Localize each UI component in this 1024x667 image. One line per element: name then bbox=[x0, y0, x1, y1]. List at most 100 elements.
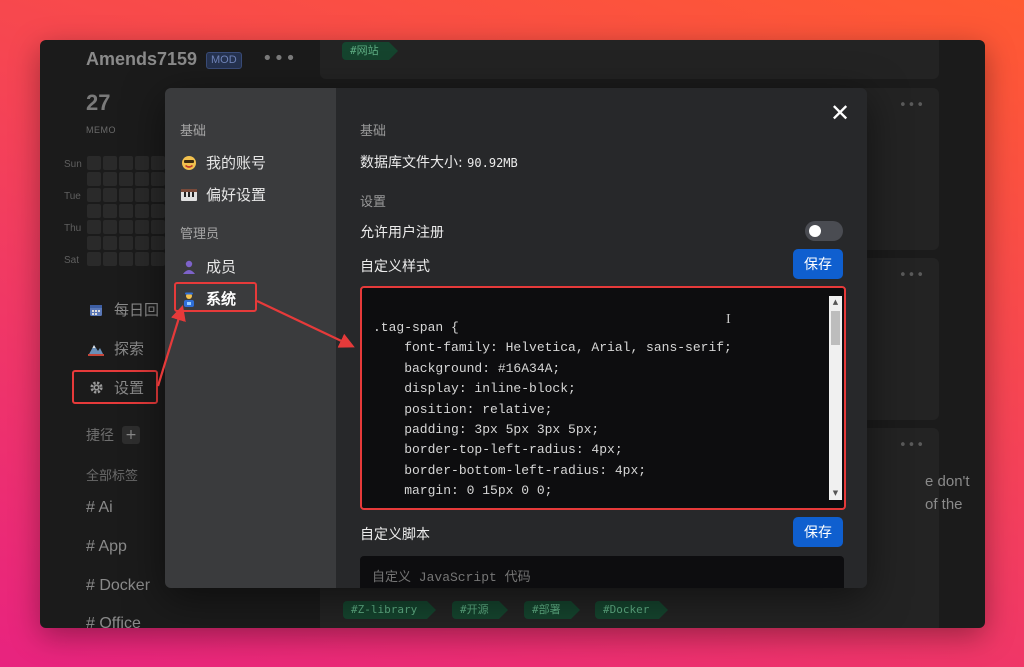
heatmap-cell bbox=[135, 252, 149, 266]
section-label-admin: 管理员 bbox=[180, 227, 220, 242]
heatmap-day-label: Sat bbox=[64, 255, 80, 266]
heatmap-cell bbox=[87, 156, 101, 170]
memo-card: #网站 bbox=[320, 40, 939, 79]
heatmap-cell bbox=[103, 188, 117, 202]
editor-scrollbar[interactable]: ▲ ▼ bbox=[829, 296, 842, 500]
app-window: Amends7159 MOD ••• 27 MEMO Sun Tue Thu S… bbox=[40, 40, 985, 628]
heatmap-cell bbox=[135, 220, 149, 234]
more-icon[interactable]: ••• bbox=[899, 438, 925, 453]
piano-icon bbox=[180, 186, 198, 204]
heatmap-cell bbox=[151, 252, 165, 266]
nav-item-label: 每日回 bbox=[114, 301, 160, 319]
smiley-icon bbox=[180, 154, 198, 172]
mountain-icon bbox=[88, 341, 104, 357]
memo-tag[interactable]: #网站 bbox=[342, 42, 398, 60]
tag-item[interactable]: # App bbox=[86, 538, 127, 556]
heatmap-cell bbox=[119, 220, 133, 234]
memo-tag[interactable]: #开源 bbox=[452, 601, 508, 619]
heatmap-cell bbox=[119, 156, 133, 170]
memo-count: 27 bbox=[86, 90, 111, 115]
heatmap-cell bbox=[119, 172, 133, 186]
custom-style-label: 自定义样式 bbox=[360, 259, 430, 275]
tag-item[interactable]: # Docker bbox=[86, 577, 150, 595]
heatmap-cell bbox=[135, 172, 149, 186]
heatmap-cell bbox=[103, 156, 117, 170]
close-icon[interactable]: ✕ bbox=[829, 101, 851, 125]
shortcuts-header: 捷径 + bbox=[86, 425, 140, 445]
save-style-button[interactable]: 保存 bbox=[793, 249, 843, 279]
heatmap-cell bbox=[151, 172, 165, 186]
memo-tag[interactable]: #部署 bbox=[524, 601, 580, 619]
allow-signup-toggle[interactable] bbox=[805, 221, 843, 241]
nav-item-explore[interactable]: 探索 bbox=[88, 338, 144, 359]
heatmap-cell bbox=[103, 236, 117, 250]
heatmap-cell bbox=[103, 252, 117, 266]
section-label-basic: 基础 bbox=[180, 124, 207, 139]
nav-item-label: 探索 bbox=[114, 340, 145, 358]
heatmap-cell bbox=[151, 188, 165, 202]
heatmap-day-label: Thu bbox=[64, 223, 82, 234]
settings-highlight-box bbox=[72, 370, 158, 404]
heatmap-cell bbox=[87, 172, 101, 186]
heatmap-day-label: Sun bbox=[64, 159, 82, 170]
heatmap-cell bbox=[119, 188, 133, 202]
memo-text-fragment: e don't of the bbox=[925, 473, 970, 513]
heatmap-cell bbox=[103, 172, 117, 186]
heatmap-cell bbox=[151, 220, 165, 234]
text-cursor-icon: I bbox=[726, 312, 731, 327]
section-label-basic: 基础 bbox=[360, 124, 387, 139]
heatmap-cell bbox=[135, 188, 149, 202]
db-size-value: 90.92MB bbox=[467, 156, 518, 170]
heatmap-cell bbox=[87, 204, 101, 218]
more-icon[interactable]: ••• bbox=[899, 268, 925, 283]
settings-content: ✕ 基础 数据库文件大小: 90.92MB 设置 允许用户注册 自定义样式 保存… bbox=[336, 88, 867, 588]
sidebar-item-my-account[interactable]: 我的账号 bbox=[180, 152, 266, 173]
username[interactable]: Amends7159 bbox=[86, 49, 197, 70]
heatmap-cell bbox=[151, 204, 165, 218]
custom-script-editor[interactable] bbox=[360, 556, 844, 588]
nav-item-daily-review[interactable]: 每日回 bbox=[88, 299, 159, 320]
settings-dialog: 基础 我的账号 偏好设置 管理员 成员 系统 ✕ 基础 数据库文件大小: 90.… bbox=[165, 88, 867, 588]
heatmap-cell bbox=[87, 236, 101, 250]
allow-signup-label: 允许用户注册 bbox=[360, 225, 444, 241]
heatmap-cell bbox=[135, 204, 149, 218]
scroll-up-icon[interactable]: ▲ bbox=[829, 296, 842, 309]
memo-tag[interactable]: #Z-library bbox=[343, 601, 437, 619]
custom-style-editor[interactable]: .tag-span { font-family: Helvetica, Aria… bbox=[360, 286, 846, 510]
heatmap-cell bbox=[87, 188, 101, 202]
tag-item[interactable]: # Ai bbox=[86, 499, 113, 517]
calendar-icon bbox=[88, 302, 104, 318]
heatmap-cell bbox=[103, 220, 117, 234]
heatmap-cell bbox=[119, 236, 133, 250]
heatmap-cell bbox=[103, 204, 117, 218]
heatmap-cell bbox=[135, 236, 149, 250]
tag-item[interactable]: # Office bbox=[86, 615, 141, 628]
db-size-row: 数据库文件大小: 90.92MB bbox=[360, 152, 518, 172]
db-size-label: 数据库文件大小: bbox=[360, 155, 463, 171]
save-script-button[interactable]: 保存 bbox=[793, 517, 843, 547]
sidebar-item-preferences[interactable]: 偏好设置 bbox=[180, 184, 266, 205]
add-shortcut-button[interactable]: + bbox=[122, 426, 140, 444]
heatmap-cell bbox=[87, 252, 101, 266]
scroll-down-icon[interactable]: ▼ bbox=[829, 487, 842, 500]
sidebar-item-label: 偏好设置 bbox=[206, 186, 267, 204]
role-badge: MOD bbox=[206, 52, 242, 69]
user-more-icon[interactable]: ••• bbox=[262, 48, 297, 69]
heatmap-cell bbox=[119, 204, 133, 218]
sidebar-item-members[interactable]: 成员 bbox=[180, 256, 236, 277]
heatmap-cell bbox=[151, 156, 165, 170]
custom-script-label: 自定义脚本 bbox=[360, 527, 430, 543]
memo-count-label: MEMO bbox=[86, 125, 116, 135]
more-icon[interactable]: ••• bbox=[899, 98, 925, 113]
person-silhouette-icon bbox=[180, 258, 198, 276]
custom-style-code: .tag-span { font-family: Helvetica, Aria… bbox=[373, 320, 732, 499]
heatmap-cell bbox=[151, 236, 165, 250]
shortcuts-label: 捷径 bbox=[86, 428, 114, 444]
memo-tag[interactable]: #Docker bbox=[595, 601, 669, 619]
sidebar-item-label: 成员 bbox=[206, 258, 237, 276]
heatmap-day-label: Tue bbox=[64, 191, 81, 202]
settings-sidebar: 基础 我的账号 偏好设置 管理员 成员 系统 bbox=[165, 88, 336, 588]
sidebar-item-label: 我的账号 bbox=[206, 154, 267, 172]
scroll-thumb[interactable] bbox=[831, 311, 840, 345]
heatmap-cell bbox=[119, 252, 133, 266]
